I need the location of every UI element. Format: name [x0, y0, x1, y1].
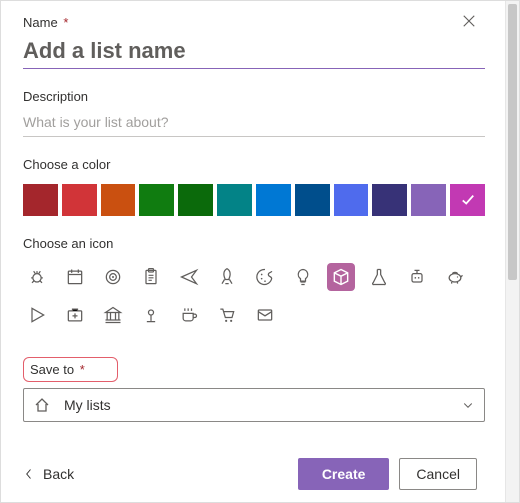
saveto-group: Save to * My lists	[23, 355, 485, 422]
create-button[interactable]: Create	[298, 458, 390, 490]
color-swatch[interactable]	[217, 184, 252, 216]
scrollbar[interactable]	[505, 1, 519, 502]
target-icon[interactable]	[99, 263, 127, 291]
color-swatch[interactable]	[256, 184, 291, 216]
home-icon	[34, 397, 50, 413]
description-input[interactable]	[23, 108, 485, 137]
color-label: Choose a color	[23, 157, 485, 172]
mail-icon[interactable]	[251, 301, 279, 329]
back-label: Back	[43, 466, 74, 482]
color-swatch[interactable]	[101, 184, 136, 216]
check-icon	[461, 193, 475, 207]
coffee-icon[interactable]	[175, 301, 203, 329]
rocket-icon[interactable]	[213, 263, 241, 291]
name-field-group: Name *	[23, 15, 485, 69]
bank-icon[interactable]	[99, 301, 127, 329]
palette-icon[interactable]	[251, 263, 279, 291]
close-icon	[462, 14, 476, 28]
color-swatch[interactable]	[139, 184, 174, 216]
chevron-left-icon	[23, 468, 35, 480]
airplane-icon[interactable]	[175, 263, 203, 291]
saveto-selected-value: My lists	[64, 397, 111, 413]
dialog-footer: Back Create Cancel	[23, 458, 477, 490]
scrollbar-thumb[interactable]	[508, 4, 517, 280]
saveto-label-highlight: Save to *	[23, 357, 118, 382]
name-label: Name *	[23, 15, 485, 30]
description-label: Description	[23, 89, 485, 104]
cube-icon[interactable]	[327, 263, 355, 291]
name-input[interactable]	[23, 34, 485, 69]
color-swatch[interactable]	[178, 184, 213, 216]
back-button[interactable]: Back	[23, 466, 74, 482]
piggybank-icon[interactable]	[441, 263, 469, 291]
flask-icon[interactable]	[365, 263, 393, 291]
color-section: Choose a color	[23, 157, 485, 216]
robot-icon[interactable]	[403, 263, 431, 291]
icon-section: Choose an icon	[23, 236, 485, 329]
color-swatch[interactable]	[411, 184, 446, 216]
color-swatch[interactable]	[334, 184, 369, 216]
calendar-icon[interactable]	[61, 263, 89, 291]
color-swatch[interactable]	[295, 184, 330, 216]
name-label-text: Name	[23, 15, 58, 30]
description-field-group: Description	[23, 89, 485, 137]
saveto-label-text: Save to	[30, 362, 74, 377]
required-marker: *	[63, 15, 68, 30]
play-icon[interactable]	[23, 301, 51, 329]
cart-icon[interactable]	[213, 301, 241, 329]
bug-icon[interactable]	[23, 263, 51, 291]
location-icon[interactable]	[137, 301, 165, 329]
icon-label: Choose an icon	[23, 236, 485, 251]
firstaid-icon[interactable]	[61, 301, 89, 329]
required-marker: *	[80, 362, 85, 377]
color-swatch[interactable]	[62, 184, 97, 216]
clipboard-icon[interactable]	[137, 263, 165, 291]
lightbulb-icon[interactable]	[289, 263, 317, 291]
color-swatch[interactable]	[23, 184, 58, 216]
icon-grid	[23, 263, 485, 329]
saveto-dropdown[interactable]: My lists	[23, 388, 485, 422]
chevron-down-icon	[462, 399, 474, 411]
color-swatch-row	[23, 184, 485, 216]
color-swatch[interactable]	[450, 184, 485, 216]
close-button[interactable]	[459, 11, 479, 31]
color-swatch[interactable]	[372, 184, 407, 216]
cancel-button[interactable]: Cancel	[399, 458, 477, 490]
